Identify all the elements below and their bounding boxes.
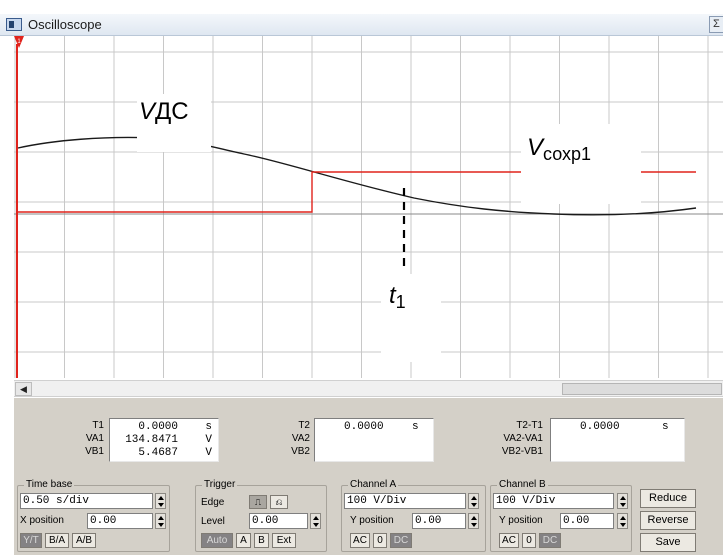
scrollbar-thumb[interactable] [562, 383, 722, 395]
readout-right-labels: T2-T1 VA2-VA1 VB2-VB1 [489, 419, 543, 458]
cursor-1-handle-icon[interactable]: 1 [14, 36, 24, 48]
channel-b-ypos-label: Y position [499, 515, 543, 526]
scope-grid-and-traces [14, 36, 723, 378]
t1-value: 0.0000 [138, 421, 178, 433]
channel-b-ac-button[interactable]: AC [499, 533, 519, 548]
channel-a-ac-button[interactable]: AC [350, 533, 370, 548]
t2-unit: s [412, 421, 419, 433]
channel-a-scale-field[interactable]: 100 V/Div [344, 493, 466, 509]
xposition-field[interactable]: 0.00 [87, 513, 153, 529]
trigger-ext-button[interactable]: Ext [272, 533, 296, 548]
horizontal-scrollbar[interactable]: ◀ [14, 380, 723, 397]
va1-value: 134.8471 [125, 434, 178, 446]
label-t2-t1: T2-T1 [516, 420, 543, 431]
scroll-left-icon[interactable]: ◀ [15, 382, 32, 396]
channel-b-ypos-field[interactable]: 0.00 [560, 513, 614, 529]
readout-middle-box: 0.0000 s [314, 418, 434, 462]
rising-edge-icon[interactable]: ⎍ [249, 495, 267, 509]
window-title: Oscilloscope [28, 17, 102, 32]
label-t1: t1 [381, 274, 441, 362]
reverse-button[interactable]: Reverse [640, 511, 696, 530]
oscilloscope-window-icon [6, 18, 22, 31]
channel-a-zero-button[interactable]: 0 [373, 533, 387, 548]
channel-b-scale-spinner-icon[interactable] [617, 493, 628, 509]
channel-a-ypos-label: Y position [350, 515, 394, 526]
label-va1: VA1 [85, 433, 104, 444]
label-v-soxr1: Vсохр1 [521, 124, 641, 204]
channel-a-scale-spinner-icon[interactable] [468, 493, 479, 509]
trigger-auto-button[interactable]: Auto [201, 533, 233, 548]
readout-middle-labels: T2 VA2 VB2 [284, 419, 310, 458]
readout-left-labels: T1 VA1 VB1 [62, 419, 104, 458]
reduce-button[interactable]: Reduce [640, 489, 696, 508]
trigger-a-button[interactable]: A [236, 533, 251, 548]
trigger-level-spinner-icon[interactable] [310, 513, 321, 529]
channel-a-ypos-field[interactable]: 0.00 [412, 513, 466, 529]
readout-right-box: 0.0000 s [550, 418, 685, 462]
label-v-ds: VДС [137, 94, 211, 152]
mode-ab-button[interactable]: A/B [72, 533, 96, 548]
control-panel: T1 VA1 VB1 0.0000 134.8471 5.4687 s V V … [14, 398, 723, 555]
mode-ba-button[interactable]: B/A [45, 533, 69, 548]
label-vb2-vb1: VB2-VB1 [501, 446, 543, 457]
channel-b-title: Channel B [497, 479, 548, 490]
va1-unit: V [205, 434, 212, 446]
trigger-b-button[interactable]: B [254, 533, 269, 548]
level-label: Level [201, 516, 225, 527]
xposition-spinner-icon[interactable] [155, 513, 166, 529]
title-bar: Oscilloscope Σ [0, 14, 723, 36]
label-va2-va1: VA2-VA1 [503, 433, 543, 444]
channel-a-title: Channel A [348, 479, 399, 490]
label-vb1: VB1 [85, 446, 104, 457]
timebase-scale-field[interactable]: 0.50 s/div [20, 493, 153, 509]
xposition-label: X position [20, 515, 64, 526]
channel-b-ypos-spinner-icon[interactable] [617, 513, 628, 529]
label-t1-readout: T1 [92, 420, 104, 431]
label-t2: T2 [298, 420, 310, 431]
channel-a-dc-button[interactable]: DC [390, 533, 412, 548]
close-button[interactable]: Σ [709, 16, 723, 33]
mode-yt-button[interactable]: Y/T [20, 533, 42, 548]
label-vb2: VB2 [291, 446, 310, 457]
t2-value: 0.0000 [344, 421, 384, 433]
channel-b-dc-button[interactable]: DC [539, 533, 561, 548]
trigger-level-field[interactable]: 0.00 [249, 513, 308, 529]
save-button[interactable]: Save [640, 533, 696, 552]
edge-label: Edge [201, 497, 225, 508]
channel-b-zero-button[interactable]: 0 [522, 533, 536, 548]
t2-t1-value: 0.0000 [580, 421, 620, 433]
t2-t1-unit: s [662, 421, 669, 433]
channel-a-ypos-spinner-icon[interactable] [468, 513, 479, 529]
timebase-spinner-icon[interactable] [155, 493, 166, 509]
t1-unit: s [205, 421, 212, 433]
trigger-title: Trigger [202, 479, 238, 490]
channel-b-scale-field[interactable]: 100 V/Div [493, 493, 614, 509]
vb1-unit: V [205, 447, 212, 459]
timebase-title: Time base [24, 479, 75, 490]
label-va2: VA2 [291, 433, 310, 444]
readout-left-box: 0.0000 134.8471 5.4687 s V V [109, 418, 219, 462]
falling-edge-icon[interactable]: ⎌ [270, 495, 288, 509]
vb1-value: 5.4687 [138, 447, 178, 459]
oscilloscope-screen: 1 VДС Vсохр1 t1 [14, 36, 723, 378]
